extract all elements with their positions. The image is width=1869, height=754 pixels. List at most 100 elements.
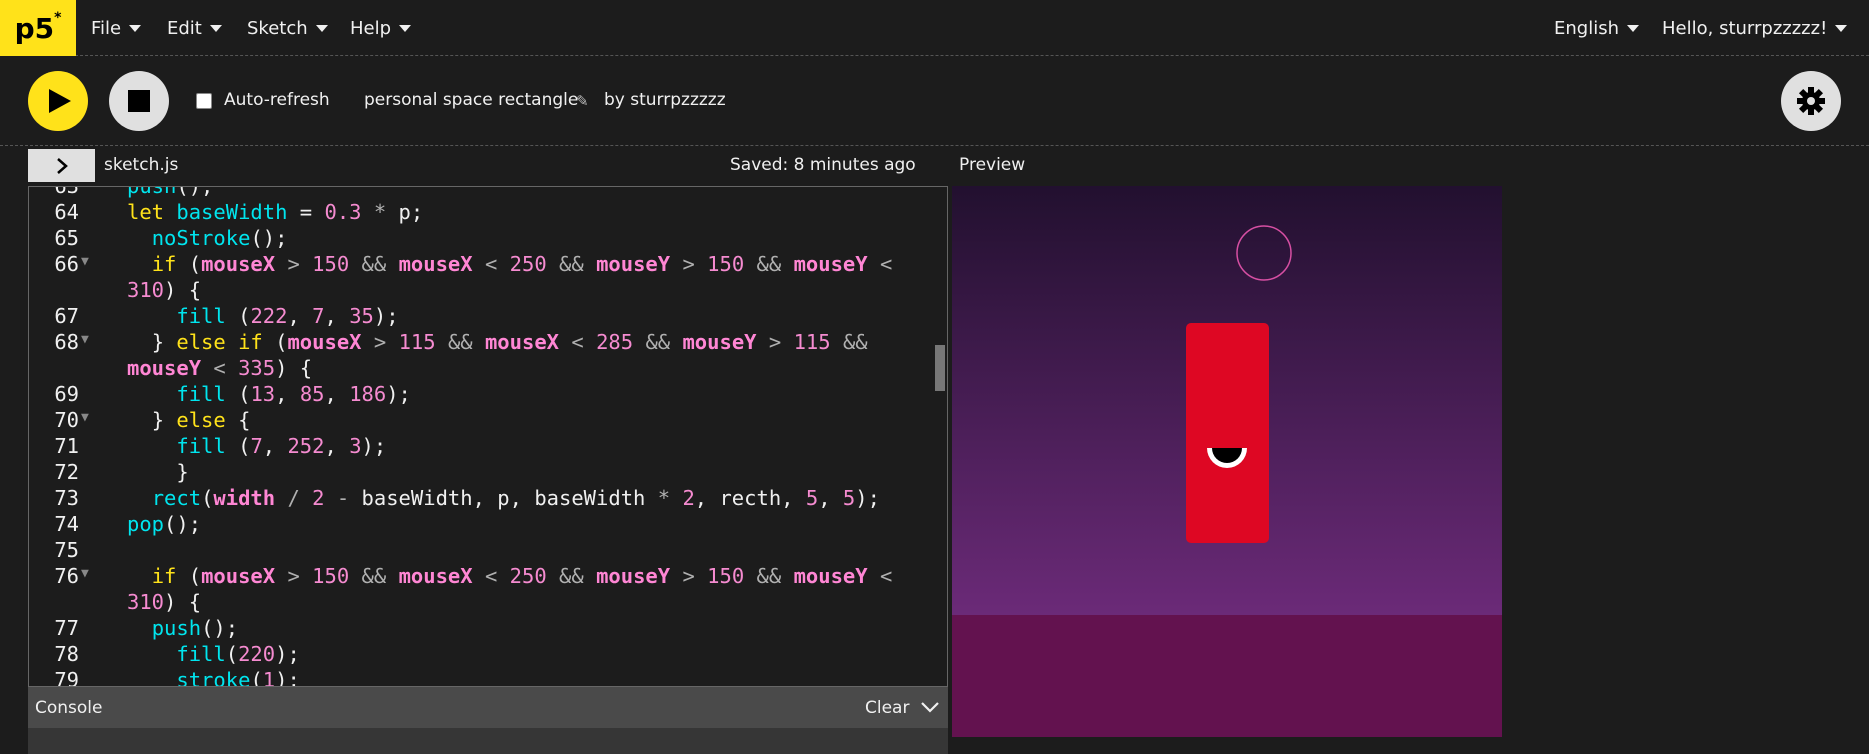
chevron-down-icon[interactable]: [920, 697, 940, 717]
code-text: fill (13, 85, 186);: [176, 382, 411, 406]
fold-triangle-icon[interactable]: ▼: [81, 405, 89, 431]
settings-button[interactable]: [1781, 71, 1841, 131]
code-line: 66 ▼ if (mouseX > 150 && mouseX < 250 && …: [29, 251, 934, 303]
menu-help[interactable]: Help: [350, 0, 412, 56]
language-menu[interactable]: English: [1554, 0, 1639, 56]
line-number: 64: [54, 200, 79, 224]
line-number: 75: [54, 538, 79, 562]
code-line: 76 ▼ if (mouseX > 150 && mouseX < 250 && …: [29, 563, 934, 615]
pencil-icon[interactable]: ✎: [576, 92, 589, 110]
code-text: } else {: [127, 408, 251, 432]
code-line: 79 stroke(1);: [29, 667, 934, 687]
play-button[interactable]: [28, 71, 88, 131]
caret-down-icon: [129, 24, 142, 32]
line-number: 76: [54, 564, 79, 588]
code-line: 73 rect(width / 2 - baseWidth, p, baseWi…: [29, 485, 934, 511]
line-number: 77: [54, 616, 79, 640]
menu-file[interactable]: File: [91, 0, 142, 56]
logo-text: p5: [14, 11, 55, 45]
code-content[interactable]: 63 push(); 64 let baseWidth = 0.3 * p; 65 …: [29, 186, 934, 687]
code-text: if (mouseX > 150 && mouseX < 250 && mous…: [127, 564, 893, 614]
caret-down-icon: [209, 24, 222, 32]
line-number: 78: [54, 642, 79, 666]
line-number: 72: [54, 460, 79, 484]
top-nav: p5 * File Edit Sketch Help English Hello,…: [0, 0, 1869, 56]
console-clear-button[interactable]: Clear: [865, 698, 909, 718]
file-name[interactable]: sketch.js: [104, 155, 178, 175]
fold-triangle-icon[interactable]: ▼: [81, 561, 89, 587]
code-line: 71 fill (7, 252, 3);: [29, 433, 934, 459]
line-number: 74: [54, 512, 79, 536]
code-line: 78 fill(220);: [29, 641, 934, 667]
code-text: push();: [151, 616, 239, 640]
code-editor[interactable]: 63 push(); 64 let baseWidth = 0.3 * p; 65 …: [28, 186, 948, 687]
preview-scene: [952, 186, 1502, 737]
line-number: 63: [54, 186, 79, 198]
caret-down-icon: [1627, 24, 1639, 32]
menu-edit-label: Edit: [167, 17, 202, 39]
code-text: fill (222, 7, 35);: [176, 304, 399, 328]
logo-asterisk: *: [54, 10, 62, 26]
toolbar: Auto-refresh personal space rectangle ✎ …: [0, 57, 1869, 146]
menu-help-label: Help: [350, 17, 392, 39]
code-text: noStroke();: [151, 226, 288, 250]
auto-refresh-checkbox[interactable]: [196, 93, 212, 109]
code-text: }: [127, 460, 189, 484]
gear-icon: [1797, 87, 1825, 115]
code-line: 74 pop();: [29, 511, 934, 537]
line-number: 66: [54, 252, 79, 276]
stop-icon: [128, 90, 150, 112]
expand-sidebar-button[interactable]: [28, 149, 95, 182]
language-label: English: [1554, 17, 1619, 39]
code-text: pop();: [127, 512, 202, 536]
fold-triangle-icon[interactable]: ▼: [81, 327, 89, 353]
play-icon: [49, 89, 71, 113]
caret-down-icon: [1835, 24, 1848, 32]
ground: [952, 615, 1502, 737]
auto-refresh-label: Auto-refresh: [224, 90, 330, 110]
code-line: 64 let baseWidth = 0.3 * p;: [29, 199, 934, 225]
code-line: 70 ▼ } else {: [29, 407, 934, 433]
code-text: fill (7, 252, 3);: [176, 434, 387, 458]
red-rectangle: [1186, 323, 1269, 543]
menu-sketch-label: Sketch: [247, 17, 308, 39]
fold-triangle-icon[interactable]: ▼: [81, 249, 89, 275]
line-number: 71: [54, 434, 79, 458]
sketch-owner: by sturrpzzzzz: [604, 90, 726, 110]
sketch-name[interactable]: personal space rectangle: [364, 90, 578, 110]
preview-canvas[interactable]: [952, 186, 1502, 737]
line-number: 69: [54, 382, 79, 406]
code-text: let baseWidth = 0.3 * p;: [127, 200, 424, 224]
editor-scrollbar[interactable]: [935, 345, 945, 391]
line-number: 70: [54, 408, 79, 432]
code-text: push();: [127, 186, 214, 198]
menu-file-label: File: [91, 17, 122, 39]
line-number: 68: [54, 330, 79, 354]
user-label: Hello, sturrpzzzzz!: [1662, 17, 1828, 39]
user-menu[interactable]: Hello, sturrpzzzzz!: [1662, 0, 1848, 56]
code-text: stroke(1);: [176, 668, 300, 687]
chevron-right-icon: [56, 157, 68, 174]
code-text: fill(220);: [176, 642, 300, 666]
caret-down-icon: [315, 24, 328, 32]
code-text: rect(width / 2 - baseWidth, p, baseWidth…: [151, 486, 880, 510]
code-line: 72 }: [29, 459, 934, 485]
menu-sketch[interactable]: Sketch: [247, 0, 328, 56]
code-line: 69 fill (13, 85, 186);: [29, 381, 934, 407]
console-header: Console Clear: [28, 687, 948, 728]
p5-logo[interactable]: p5 *: [0, 0, 76, 56]
menu-edit[interactable]: Edit: [167, 0, 222, 56]
code-line: 75: [29, 537, 934, 563]
line-number: 67: [54, 304, 79, 328]
code-line: 65 noStroke();: [29, 225, 934, 251]
line-number: 79: [54, 668, 79, 687]
caret-down-icon: [399, 24, 412, 32]
code-text: if (mouseX > 150 && mouseX < 250 && mous…: [127, 252, 893, 302]
code-text: } else if (mouseX > 115 && mouseX < 285 …: [127, 330, 868, 380]
console-body: [28, 728, 948, 754]
line-number: 65: [54, 226, 79, 250]
console-label: Console: [35, 698, 103, 718]
stop-button[interactable]: [109, 71, 169, 131]
code-line: 63 push();: [29, 186, 934, 199]
line-number: 73: [54, 486, 79, 510]
